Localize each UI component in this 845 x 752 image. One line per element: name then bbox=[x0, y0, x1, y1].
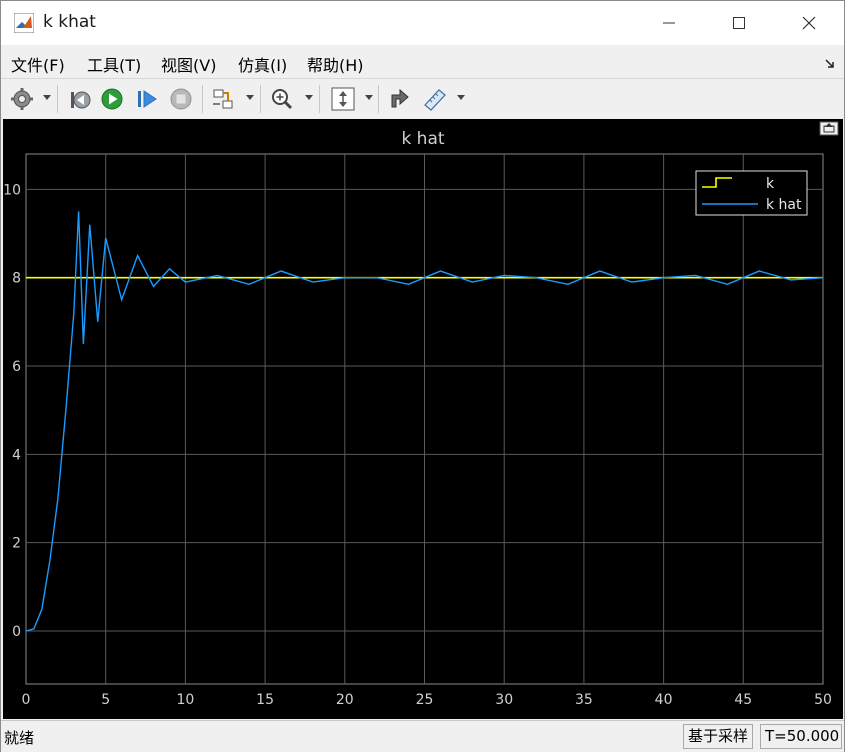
y-tick-label: 2 bbox=[12, 536, 21, 552]
y-tick-label: 0 bbox=[12, 624, 21, 640]
close-button[interactable] bbox=[786, 1, 832, 45]
scope-display: k hat 0 5 10 15 20 25 30 35 40 45 50 0 2 4 6 8 10 k k hat bbox=[3, 119, 843, 719]
undock-button[interactable] bbox=[819, 121, 839, 136]
stop-icon bbox=[170, 88, 192, 110]
autoscale-icon bbox=[331, 87, 355, 111]
menu-simulation[interactable]: 仿真(I) bbox=[238, 52, 287, 76]
status-bar: 就绪 基于采样 T=50.000 bbox=[1, 720, 844, 752]
toolbar-separator bbox=[319, 85, 320, 113]
x-tick-label: 45 bbox=[734, 692, 752, 708]
run-icon bbox=[101, 88, 123, 110]
zoom-icon bbox=[272, 89, 293, 110]
chart-title: k hat bbox=[401, 129, 444, 149]
x-tick-label: 0 bbox=[22, 692, 31, 708]
x-tick-label: 35 bbox=[575, 692, 593, 708]
maximize-icon bbox=[733, 17, 745, 29]
step-forward-icon bbox=[138, 90, 157, 108]
x-tick-label: 20 bbox=[336, 692, 354, 708]
settings-button[interactable] bbox=[9, 86, 35, 112]
menu-file[interactable]: 文件(F) bbox=[11, 52, 65, 76]
matlab-icon bbox=[13, 12, 35, 34]
y-tick-label: 10 bbox=[3, 182, 21, 198]
autoscale-dropdown-arrow[interactable] bbox=[365, 95, 373, 100]
x-tick-label: 10 bbox=[176, 692, 194, 708]
scope-window: k khat 文件(F) 工具(T) 视图(V) 仿真(I) 帮助(H) k h… bbox=[0, 0, 845, 752]
x-tick-label: 5 bbox=[101, 692, 110, 708]
close-icon bbox=[802, 16, 816, 30]
style-icon bbox=[391, 88, 409, 108]
toolbar-separator bbox=[202, 85, 203, 113]
minimize-button[interactable] bbox=[646, 1, 692, 45]
measure-icon bbox=[424, 89, 446, 111]
maximize-button[interactable] bbox=[716, 1, 762, 45]
legend-k-label: k bbox=[766, 176, 775, 192]
time-indicator: T=50.000 bbox=[760, 724, 842, 749]
minimize-icon bbox=[663, 22, 675, 24]
title-bar: k khat bbox=[1, 1, 844, 45]
x-tick-label: 50 bbox=[814, 692, 832, 708]
toolbar-separator bbox=[378, 85, 379, 113]
highlight-dropdown-arrow[interactable] bbox=[246, 95, 254, 100]
menu-help[interactable]: 帮助(H) bbox=[307, 52, 364, 76]
sample-mode-indicator: 基于采样 bbox=[683, 724, 754, 749]
measure-button[interactable] bbox=[421, 86, 449, 112]
menu-bar: 文件(F) 工具(T) 视图(V) 仿真(I) 帮助(H) bbox=[1, 45, 844, 77]
y-tick-label: 8 bbox=[12, 271, 21, 287]
toolbar-separator bbox=[57, 85, 58, 113]
x-tick-label: 40 bbox=[655, 692, 673, 708]
measure-dropdown-arrow[interactable] bbox=[457, 95, 465, 100]
legend-khat-label: k hat bbox=[766, 197, 802, 213]
x-tick-label: 30 bbox=[495, 692, 513, 708]
y-tick-label: 6 bbox=[12, 359, 21, 375]
step-back-button[interactable] bbox=[67, 86, 93, 112]
style-button[interactable] bbox=[387, 86, 413, 112]
x-tick-label: 15 bbox=[256, 692, 274, 708]
gear-icon bbox=[11, 88, 33, 110]
settings-dropdown-arrow[interactable] bbox=[43, 95, 51, 100]
step-back-icon bbox=[71, 91, 91, 109]
x-tick-label: 25 bbox=[416, 692, 434, 708]
highlight-block-button[interactable] bbox=[211, 86, 237, 112]
zoom-dropdown-arrow[interactable] bbox=[305, 95, 313, 100]
stop-button[interactable] bbox=[168, 86, 194, 112]
menu-tools[interactable]: 工具(T) bbox=[87, 52, 141, 76]
autoscale-button[interactable] bbox=[329, 86, 357, 112]
step-forward-button[interactable] bbox=[134, 86, 160, 112]
window-title: k khat bbox=[43, 12, 96, 32]
menu-view[interactable]: 视图(V) bbox=[161, 52, 216, 76]
toolbar-separator bbox=[260, 85, 261, 113]
y-tick-label: 4 bbox=[12, 447, 21, 463]
zoom-button[interactable] bbox=[269, 86, 295, 112]
run-button[interactable] bbox=[99, 86, 125, 112]
plot: k hat 0 5 10 15 20 25 30 35 40 45 50 0 2 4 6 8 10 k k hat bbox=[3, 121, 839, 708]
dock-arrow-icon[interactable] bbox=[824, 55, 836, 74]
status-text: 就绪 bbox=[4, 729, 35, 747]
toolbar bbox=[1, 78, 844, 119]
highlight-block-icon bbox=[213, 89, 233, 109]
